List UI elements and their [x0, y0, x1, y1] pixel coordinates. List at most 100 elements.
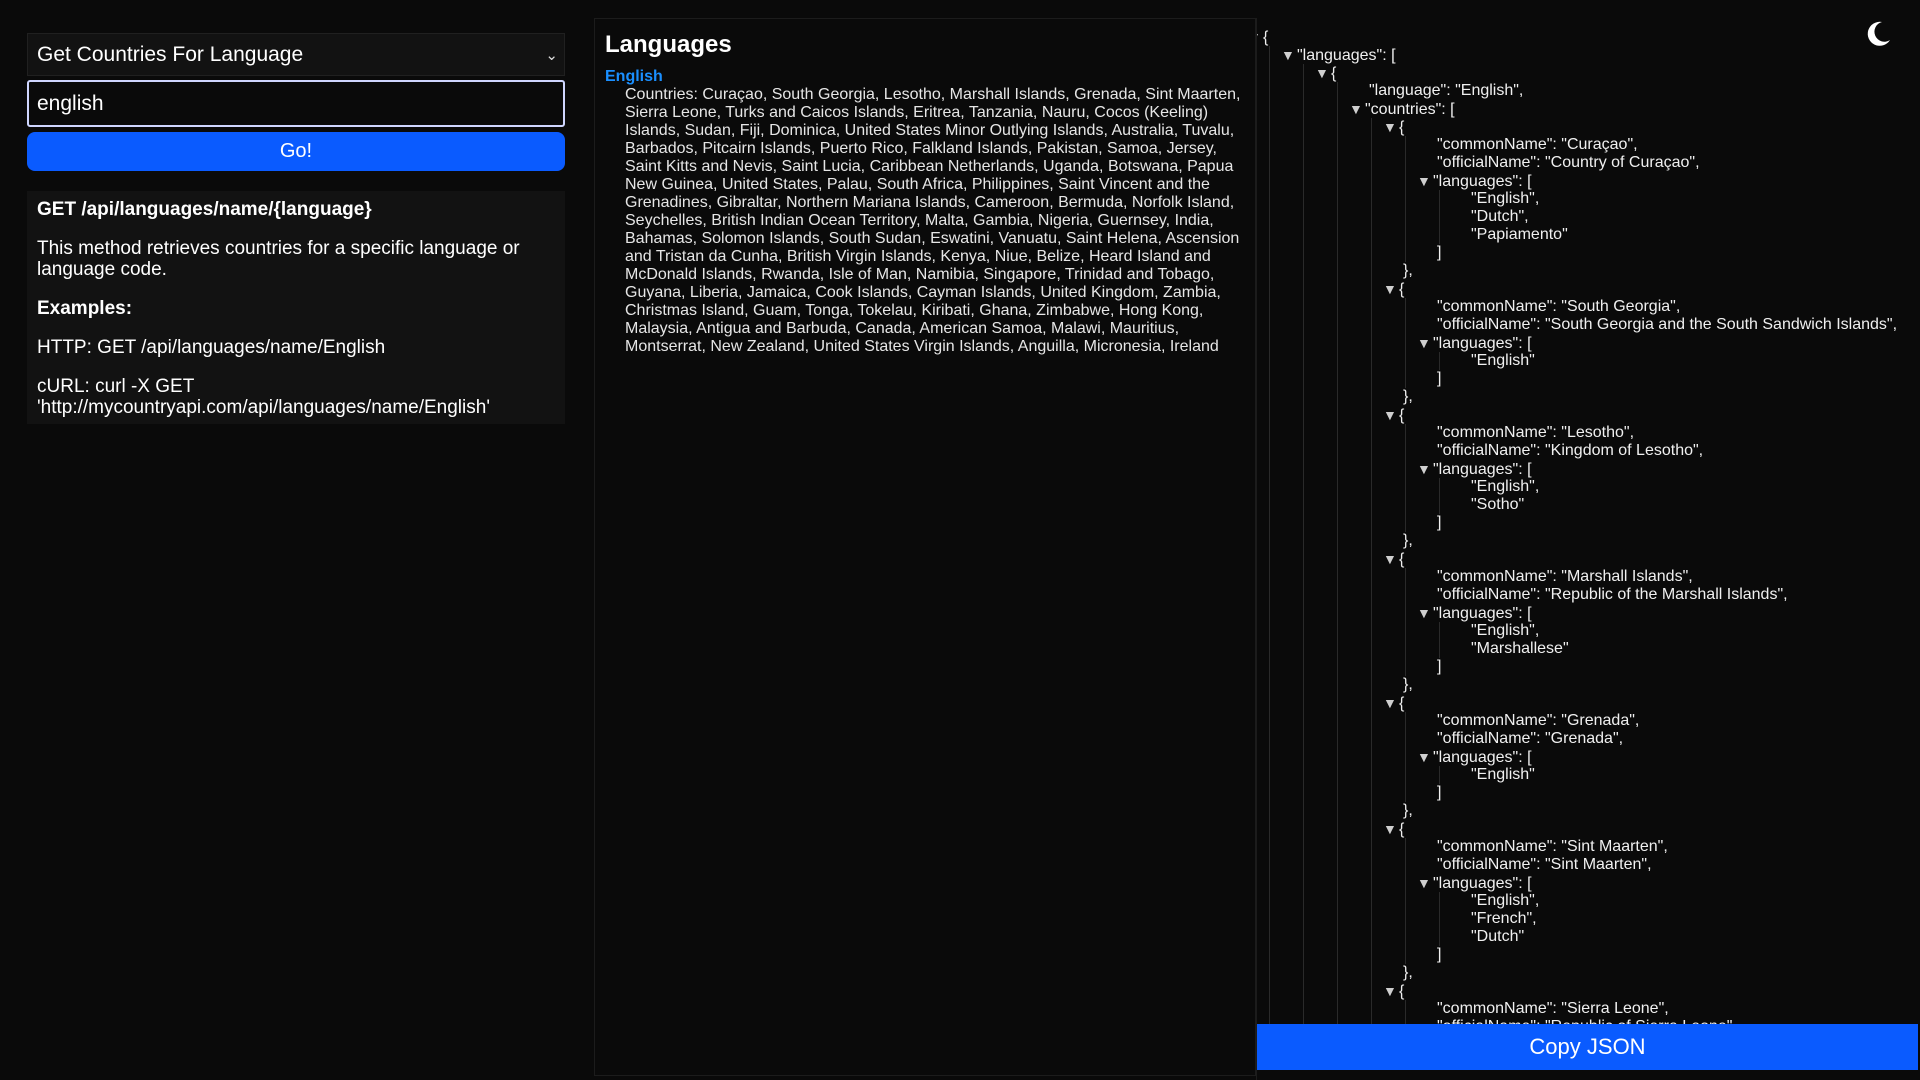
json-line[interactable]: ▼ "languages": [ [1257, 604, 1917, 622]
indent-guide [1371, 586, 1372, 604]
json-line-text: { [1331, 65, 1337, 82]
indent-guide [1405, 604, 1406, 622]
indent-guide [1269, 46, 1270, 64]
indent-guide [1337, 658, 1338, 676]
collapse-toggle-icon[interactable]: ▼ [1383, 550, 1399, 568]
indent-guide [1337, 964, 1338, 982]
indent-guide [1269, 604, 1270, 622]
indent-guide [1303, 334, 1304, 352]
json-line: }, [1257, 388, 1917, 406]
indent-guide [1337, 352, 1338, 370]
json-line-content: }, [1403, 388, 1413, 406]
collapse-toggle-icon[interactable]: ▼ [1417, 604, 1433, 622]
indent-guide [1405, 298, 1406, 316]
indent-guide [1303, 514, 1304, 532]
json-line-content: "officialName": "South Georgia and the S… [1437, 316, 1897, 334]
indent-guide [1371, 406, 1372, 424]
indent-guide [1269, 226, 1270, 244]
indent-guide [1405, 244, 1406, 262]
indent-guide [1269, 496, 1270, 514]
indent-guide [1405, 946, 1406, 964]
json-line-content: "Dutch" [1471, 928, 1524, 946]
indent-guide [1303, 388, 1304, 406]
collapse-toggle-icon[interactable]: ▼ [1417, 334, 1433, 352]
method-select[interactable]: Get Countries For Language ⌄ [27, 33, 565, 76]
indent-guide [1405, 172, 1406, 190]
json-line[interactable]: ▼ "languages": [ [1257, 748, 1917, 766]
copy-json-button[interactable]: Copy JSON [1257, 1024, 1918, 1070]
indent-guide [1337, 640, 1338, 658]
json-line[interactable]: ▼ "countries": [ [1257, 100, 1917, 118]
json-line-content: "English", [1471, 478, 1539, 496]
json-line-text: "countries": [ [1365, 101, 1455, 118]
indent-guide [1337, 694, 1338, 712]
indent-guide [1371, 118, 1372, 136]
http-example: HTTP: GET /api/languages/name/English [37, 337, 386, 358]
json-line-text: "language": "English", [1369, 82, 1524, 99]
indent-guide [1337, 550, 1338, 568]
collapse-toggle-icon[interactable]: ▼ [1383, 406, 1399, 424]
collapse-toggle-icon[interactable]: ▼ [1417, 460, 1433, 478]
json-line-content: "commonName": "Marshall Islands", [1437, 568, 1693, 586]
json-line[interactable]: ▼{ [1257, 694, 1917, 712]
examples-heading: Examples: [37, 298, 133, 319]
collapse-toggle-icon[interactable]: ▼ [1349, 100, 1365, 118]
json-line[interactable]: ▼{ [1257, 28, 1917, 46]
json-line-text: "languages": [ [1433, 461, 1532, 478]
json-line-text: "commonName": "Sint Maarten", [1437, 838, 1668, 855]
collapse-toggle-icon[interactable]: ▼ [1417, 874, 1433, 892]
json-line[interactable]: ▼ "languages": [ [1257, 334, 1917, 352]
indent-guide [1269, 784, 1270, 802]
indent-guide [1371, 298, 1372, 316]
indent-guide [1303, 316, 1304, 334]
collapse-toggle-icon[interactable]: ▼ [1383, 694, 1399, 712]
indent-guide [1371, 208, 1372, 226]
indent-guide [1269, 964, 1270, 982]
indent-guide [1303, 982, 1304, 1000]
json-line[interactable]: ▼ "languages": [ [1257, 172, 1917, 190]
json-line[interactable]: ▼{ [1257, 982, 1917, 1000]
json-line[interactable]: ▼{ [1257, 820, 1917, 838]
collapse-toggle-icon[interactable]: ▼ [1417, 172, 1433, 190]
json-line: "officialName": "Grenada", [1257, 730, 1917, 748]
indent-guide [1337, 460, 1338, 478]
collapse-toggle-icon[interactable]: ▼ [1383, 280, 1399, 298]
json-line-text: "commonName": "Sierra Leone", [1437, 1000, 1669, 1017]
json-line: ] [1257, 946, 1917, 964]
json-line-content: "commonName": "Sierra Leone", [1437, 1000, 1669, 1018]
collapse-toggle-icon[interactable]: ▼ [1281, 46, 1297, 64]
json-line[interactable]: ▼{ [1257, 406, 1917, 424]
indent-guide [1405, 658, 1406, 676]
collapse-toggle-icon[interactable]: ▼ [1417, 748, 1433, 766]
indent-guide [1269, 478, 1270, 496]
collapse-toggle-icon[interactable]: ▼ [1315, 64, 1331, 82]
indent-guide [1303, 712, 1304, 730]
json-line-content: "officialName": "Grenada", [1437, 730, 1623, 748]
indent-guide [1337, 370, 1338, 388]
json-line-content: ▼ "languages": [ [1417, 460, 1532, 479]
json-line[interactable]: ▼{ [1257, 64, 1917, 82]
collapse-toggle-icon[interactable]: ▼ [1383, 820, 1399, 838]
collapse-toggle-icon[interactable]: ▼ [1383, 982, 1399, 1000]
indent-guide [1371, 766, 1372, 784]
indent-guide [1337, 532, 1338, 550]
collapse-toggle-icon[interactable]: ▼ [1383, 118, 1399, 136]
json-line[interactable]: ▼ "languages": [ [1257, 46, 1917, 64]
indent-guide [1405, 460, 1406, 478]
indent-guide [1405, 838, 1406, 856]
json-line[interactable]: ▼{ [1257, 118, 1917, 136]
indent-guide [1371, 964, 1372, 982]
json-line[interactable]: ▼{ [1257, 280, 1917, 298]
indent-guide [1337, 334, 1338, 352]
json-line[interactable]: ▼ "languages": [ [1257, 460, 1917, 478]
json-line[interactable]: ▼ "languages": [ [1257, 874, 1917, 892]
language-input[interactable]: english [27, 80, 565, 127]
go-button[interactable]: Go! [27, 132, 565, 171]
json-line-text: }, [1403, 532, 1413, 549]
json-line[interactable]: ▼{ [1257, 550, 1917, 568]
json-line-text: "Dutch", [1471, 208, 1529, 225]
indent-guide [1269, 406, 1270, 424]
json-line-content: "English", [1471, 892, 1539, 910]
indent-guide [1405, 136, 1406, 154]
endpoint-description: This method retrieves countries for a sp… [37, 238, 520, 280]
